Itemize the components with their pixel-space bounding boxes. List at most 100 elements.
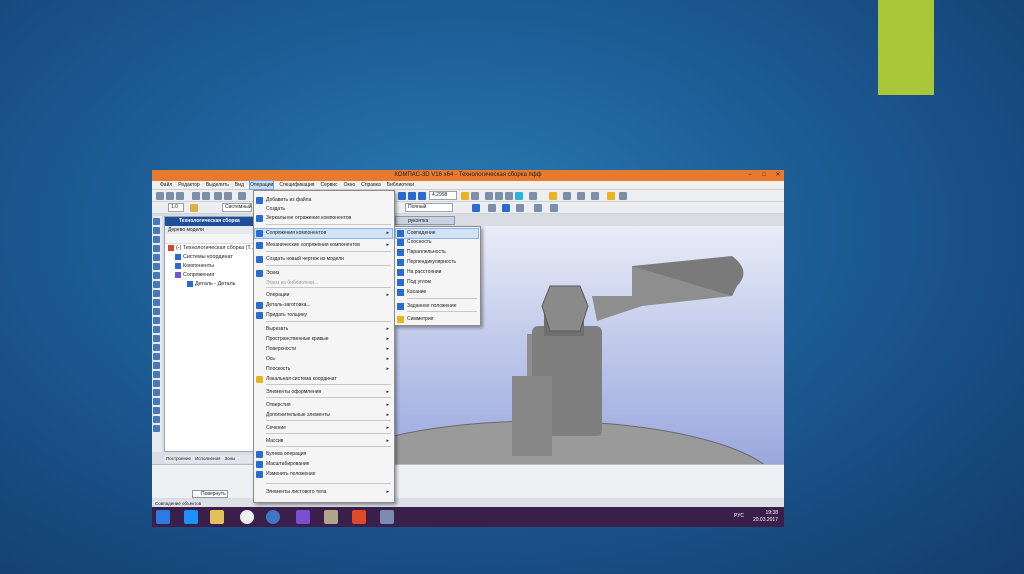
operations-menu-item[interactable]: Дополнительные элементы ▸ [266,411,392,420]
measure-icon[interactable] [563,192,571,200]
operations-menu-item[interactable]: Создать новый чертеж из модели [266,255,392,264]
cut-icon[interactable] [214,192,222,200]
zoom-window-icon[interactable] [418,192,426,200]
compact-tool-icon[interactable] [153,317,160,324]
tree-item-coordinate-systems[interactable]: Системы координат [165,253,263,262]
mates-menu-item[interactable]: Соосность [407,238,478,247]
compact-tool-icon[interactable] [153,407,160,414]
copy-icon[interactable] [224,192,232,200]
mates-menu-item[interactable]: Симметрия [407,315,478,324]
settings-icon[interactable] [550,204,558,212]
minimize-button[interactable]: – [746,171,754,179]
menu-view[interactable]: Вид [235,181,244,189]
mates-menu-item[interactable]: Касание [407,288,478,297]
menu-libraries[interactable]: Библиотеки [387,181,414,189]
operations-menu-item[interactable]: Элементы листового тела ▸ [266,488,392,497]
compact-tool-icon[interactable] [153,353,160,360]
operations-menu-item[interactable]: Пространственные кривые ▸ [266,335,392,344]
compact-tool-icon[interactable] [153,326,160,333]
library-icon[interactable] [607,192,615,200]
operations-menu-item[interactable]: Массив ▸ [266,437,392,446]
menu-specification[interactable]: Спецификация [279,181,314,189]
operations-menu-item[interactable]: Отверстия ▸ [266,401,392,410]
compact-tool-icon[interactable] [153,371,160,378]
operations-menu-item[interactable]: Зеркальное отражение компонентов [266,214,392,223]
compact-tool-icon[interactable] [153,218,160,225]
powerpoint-icon[interactable] [352,510,366,524]
operations-menu-item[interactable]: Булева операция [266,450,392,459]
compact-tool-icon[interactable] [153,344,160,351]
compact-tool-icon[interactable] [153,308,160,315]
operations-menu-item[interactable]: Эскиз [266,269,392,278]
chrome-icon[interactable] [240,510,254,524]
operations-menu-item[interactable]: Масштабирование [266,460,392,469]
operations-menu-item[interactable]: Элементы оформления ▸ [266,388,392,397]
paint-icon[interactable] [324,510,338,524]
compact-tool-icon[interactable] [153,227,160,234]
operations-menu-item[interactable]: Сопряжения компонентов ▸ [254,228,393,239]
filter-icon[interactable] [534,204,542,212]
preview-icon[interactable] [202,192,210,200]
compact-tool-icon[interactable] [153,299,160,306]
tree-item-mates[interactable]: Сопряжения [165,271,263,280]
settings-app-icon[interactable] [296,510,310,524]
r-app-icon[interactable] [266,510,280,524]
grid-icon[interactable] [516,204,524,212]
frame-icon[interactable] [591,192,599,200]
zoom-in-icon[interactable] [398,192,406,200]
compact-tool-icon[interactable] [153,236,160,243]
help-icon[interactable] [619,192,627,200]
tree-item-mate-detail[interactable]: Деталь - Деталь [165,280,263,289]
section-icon[interactable] [549,192,557,200]
compact-tool-icon[interactable] [153,263,160,270]
compact-tool-icon[interactable] [153,245,160,252]
zoom-out-icon[interactable] [408,192,416,200]
menu-service[interactable]: Сервис [320,181,337,189]
clock[interactable]: 19:38 20.03.2017 [753,510,778,524]
print-icon[interactable] [192,192,200,200]
pan-icon[interactable] [471,192,479,200]
menu-window[interactable]: Окно [344,181,356,189]
display-mode-select[interactable]: Полный [405,203,453,212]
paste-icon[interactable] [238,192,246,200]
operations-menu-item[interactable]: Придать толщину [266,311,392,320]
mates-menu-item[interactable]: Заданное положение [407,302,478,311]
operations-menu-item[interactable]: Добавить из файла [266,196,392,205]
compact-tool-icon[interactable] [153,281,160,288]
coordinate-system-select[interactable]: Системный [222,203,252,212]
mates-menu-item[interactable]: Совпадение [395,228,479,239]
save-icon[interactable] [176,192,184,200]
mates-menu-item[interactable]: Перпендикулярность [407,258,478,267]
menu-operations[interactable]: Операции [248,180,275,190]
rotate-view-icon[interactable] [461,192,469,200]
operations-menu-item[interactable]: Ось ▸ [266,355,392,364]
wireframe-icon[interactable] [488,204,496,212]
compact-tool-icon[interactable] [153,389,160,396]
rotate-button[interactable]: Повернуть [192,490,228,498]
ie-icon[interactable] [184,510,198,524]
view-iso-icon[interactable] [505,192,513,200]
operations-menu-item[interactable]: Локальная система координат [266,375,392,384]
maximize-button[interactable]: □ [760,171,768,179]
kompas-taskbar-icon[interactable] [380,510,394,524]
menu-file[interactable]: Файл [160,181,172,189]
view-top-icon[interactable] [495,192,503,200]
menu-editor[interactable]: Редактор [178,181,200,189]
compact-tool-icon[interactable] [153,425,160,432]
start-icon[interactable] [156,510,170,524]
tab-construction[interactable]: Построение [166,455,191,463]
menu-select[interactable]: Выделить [206,181,229,189]
operations-menu-item[interactable]: Плоскость ▸ [266,365,392,374]
view-front-icon[interactable] [485,192,493,200]
compact-tool-icon[interactable] [153,416,160,423]
operations-menu-item[interactable]: Механические сопряжения компонентов ▸ [266,241,392,250]
operations-menu-item[interactable]: Сечение ▸ [266,424,392,433]
operations-menu-item[interactable]: Операции ▸ [266,291,392,300]
step-icon[interactable] [190,204,198,212]
tab-variants[interactable]: Исполнения [195,455,220,463]
tree-item-root[interactable]: (-) Технологическая сборка (Т... [165,244,263,253]
operations-menu-item[interactable]: Изменить положение [266,470,392,479]
new-file-icon[interactable] [156,192,164,200]
operations-menu-item[interactable]: Поверхности ▸ [266,345,392,354]
tree-item-components[interactable]: Компоненты [165,262,263,271]
